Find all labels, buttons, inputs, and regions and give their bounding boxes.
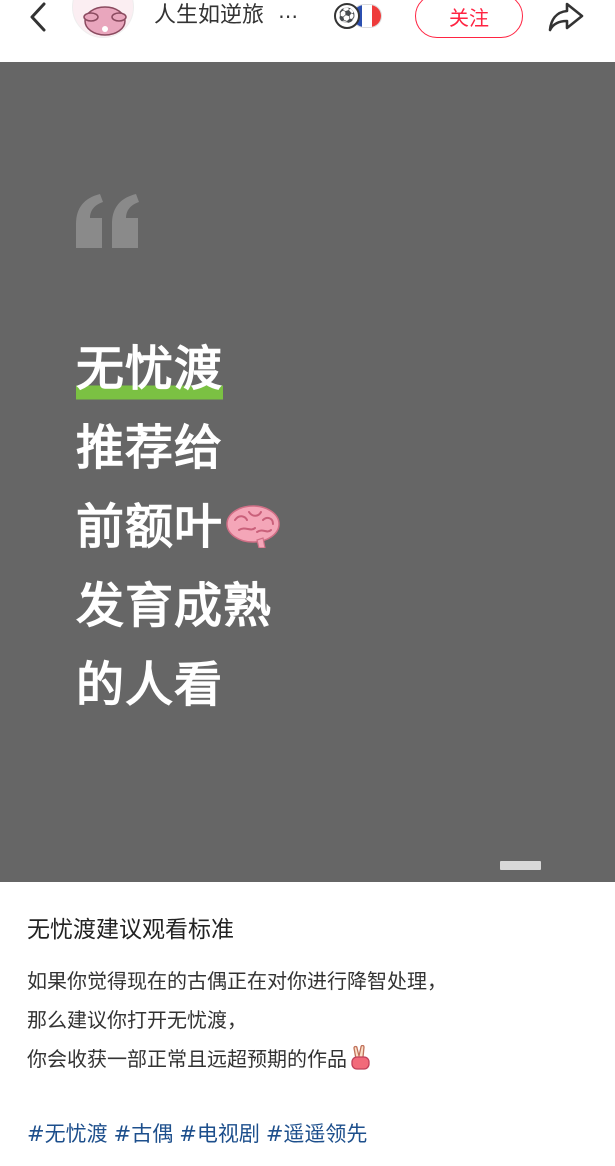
quote-mark-icon (76, 194, 139, 248)
tag-list: #无忧渡 #古偶 #电视剧 #遥遥领先 (27, 1116, 367, 1152)
share-arrow-icon (548, 2, 584, 32)
share-button[interactable] (544, 0, 588, 34)
headline-line-5: 的人看 (76, 657, 224, 713)
image-page-indicator (500, 861, 541, 870)
headline: 无忧渡 推荐给 前额叶 发育成熟 的人看 (76, 330, 281, 725)
follow-button[interactable]: 关注 (415, 0, 523, 38)
tag-far-ahead[interactable]: #遥遥领先 (266, 1116, 368, 1152)
football-icon: ⚽ (334, 3, 360, 29)
headline-line-3-text: 前额叶 (76, 499, 224, 555)
name-ellipsis: ⋯ (278, 4, 298, 28)
note-title: 无忧渡建议观看标准 (27, 917, 234, 943)
body-line-3: 你会收获一部正常且远超预期的作品 (27, 1040, 597, 1079)
user-badges: ⚽ (334, 3, 382, 29)
top-bar: 人生如逆旅 ⋯ ⚽ 关注 (0, 0, 615, 62)
headline-line-2: 推荐给 (76, 420, 224, 476)
body-line-3-text: 你会收获一部正常且远超预期的作品 (27, 1047, 347, 1071)
headline-line-4: 发育成熟 (76, 578, 273, 634)
tag-wuyoudu[interactable]: #无忧渡 (27, 1116, 108, 1152)
headline-highlight: 无忧渡 (76, 330, 224, 409)
post-image[interactable]: 无忧渡 推荐给 前额叶 发育成熟 的人看 (0, 62, 615, 882)
body-line-1: 如果你觉得现在的古偶正在对你进行降智处理， (27, 969, 447, 993)
brain-icon (226, 505, 280, 548)
author-name[interactable]: 人生如逆旅 (154, 0, 264, 32)
body-line-2: 那么建议你打开无忧渡， (27, 1008, 247, 1032)
tag-tv-drama[interactable]: #电视剧 (179, 1116, 260, 1152)
avatar-illustration-icon (73, 0, 133, 37)
avatar[interactable] (72, 0, 134, 38)
headline-line-1: 无忧渡 (76, 330, 281, 409)
note-body: 如果你觉得现在的古偶正在对你进行降智处理， 那么建议你打开无忧渡， 你会收获一部… (27, 962, 597, 1079)
chevron-left-icon (30, 2, 46, 32)
tag-guou[interactable]: #古偶 (114, 1116, 174, 1152)
victory-hand-icon (351, 1044, 370, 1070)
headline-line-3: 前额叶 (76, 488, 281, 567)
back-button[interactable] (18, 0, 58, 34)
